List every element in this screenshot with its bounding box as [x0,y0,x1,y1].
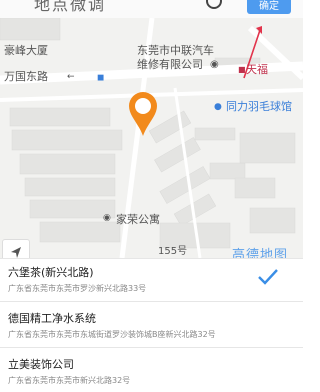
map-label-tianfu: 天福 [246,63,268,76]
result-item[interactable]: 立美装饰公司 广东省东莞市东莞市新兴北路32号 [0,350,303,392]
locate-arrow-icon [11,247,21,258]
result-address: 广东省东莞市东莞市新兴北路32号 [8,376,131,385]
top-bar: 地点微调 确定 [0,0,303,18]
map-label-haoyi: 豪峰大厦 [4,44,48,57]
check-icon [258,269,278,285]
map-label-badminton: 同力羽毛球馆 [226,100,292,113]
sports-icon: ● [214,102,222,112]
result-name: 德国精工净水系统 [8,312,96,325]
result-item[interactable]: 六堡茶(新兴北路) 广东省东莞市东莞市罗沙新兴北路33号 [0,258,303,300]
page-title: 地点微调 [34,0,107,14]
search-icon[interactable] [206,0,222,9]
arrow-left-icon: ← [67,72,75,82]
locate-button[interactable] [2,239,30,258]
divider [0,347,303,348]
confirm-button[interactable]: 确定 [247,0,291,14]
bus-icon: ◼ [97,73,105,83]
location-pin-icon[interactable] [127,90,159,140]
result-name: 立美装饰公司 [8,358,74,371]
poi-icon: ◉ [103,213,111,223]
map-watermark: 高德地图 [232,248,289,258]
result-address: 广东省东莞市东莞市罗沙新兴北路33号 [8,284,147,293]
shop-icon: ■ [238,65,246,74]
poi-icon: ◉ [210,59,219,70]
map-label-wanguo: 万国东路 [4,70,48,83]
map-view[interactable]: 豪峰大厦 万国东路 ← 东莞市中联汽车 维修有限公司 ◉ 天福 ■ ● 同力羽毛… [0,18,303,258]
map-label-apartment: 家荣公寓 [116,213,160,226]
map-label-zhonglian2: 维修有限公司 [137,58,203,71]
map-label-zhonglian: 东莞市中联汽车 [137,44,214,57]
result-name: 六堡茶(新兴北路) [8,266,94,279]
divider [0,301,303,302]
result-address: 广东省东莞市东莞市东城街道罗沙装饰城B座新兴北路32号 [8,330,216,339]
map-label-number: 155号 [158,246,188,257]
result-item[interactable]: 德国精工净水系统 广东省东莞市东莞市东城街道罗沙装饰城B座新兴北路32号 [0,304,303,346]
